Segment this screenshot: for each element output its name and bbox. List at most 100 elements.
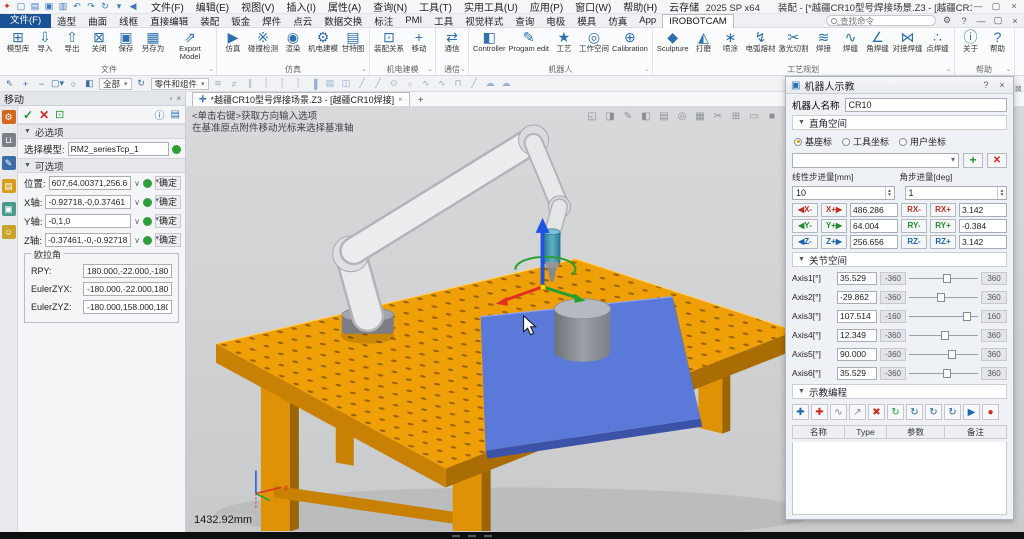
tab-close-icon[interactable]: × <box>398 95 403 104</box>
line-tool-icon[interactable]: ╱ <box>356 78 369 89</box>
slider-thumb[interactable] <box>948 350 956 359</box>
panel-restore-icon[interactable]: ▫ <box>169 94 172 103</box>
y-axis-input[interactable] <box>45 214 131 228</box>
tab-inquire[interactable]: 查询 <box>509 14 540 28</box>
slider-thumb[interactable] <box>941 331 949 340</box>
info-icon[interactable]: ⓘ <box>155 107 165 122</box>
tab-weldment[interactable]: 焊件 <box>256 14 287 28</box>
jog-x-plus-button[interactable]: X+▶ <box>821 203 847 217</box>
axis4-value-input[interactable] <box>837 329 877 342</box>
cloud2-tool-icon[interactable]: ☁ <box>500 78 513 89</box>
select-model-input[interactable] <box>68 142 169 156</box>
axis4-slider[interactable] <box>909 329 978 342</box>
delete-point-icon[interactable]: ✖ <box>868 404 885 420</box>
menu-view[interactable]: 视图(V) <box>236 0 279 14</box>
file-tab-button[interactable]: 文件(F) <box>0 14 51 28</box>
menu-help[interactable]: 帮助(H) <box>618 0 662 14</box>
precise-move-icon[interactable]: ✚ <box>811 404 828 420</box>
jog-z-minus-button[interactable]: ◀Z- <box>792 235 818 249</box>
add-coord-button[interactable]: + <box>963 153 983 168</box>
tab-shape[interactable]: 造型 <box>51 14 82 28</box>
segment-tool-icon[interactable]: ╱ <box>468 78 481 89</box>
slider-thumb[interactable] <box>943 274 951 283</box>
scope-dropdown[interactable]: 零件和组件▾ <box>151 78 209 90</box>
cancel-icon[interactable]: ✕ <box>39 108 49 122</box>
collapse-ribbon-icon[interactable]: ◀ <box>126 1 140 12</box>
rx-value-input[interactable] <box>959 203 1007 217</box>
spline-path-icon[interactable]: ∿ <box>830 404 847 420</box>
radio-base-coord[interactable]: 基座标 <box>794 135 832 148</box>
assembly-relation-button[interactable]: ⊡装配关系 <box>373 29 405 54</box>
controller-button[interactable]: ◧Controller <box>472 29 507 54</box>
command-press-icon[interactable]: ⊔ <box>2 133 16 147</box>
render-mode-icon[interactable]: ◨ <box>604 111 616 122</box>
menu-tools[interactable]: 工具(T) <box>414 0 457 14</box>
help-icon[interactable]: ? <box>958 16 970 26</box>
wireframe-view-icon[interactable]: ▤ <box>658 111 670 122</box>
tab-pmi[interactable]: PMI <box>399 15 428 26</box>
spot-weld-button[interactable]: ∴点焊缝 <box>925 29 951 54</box>
ok-icon[interactable]: ✓ <box>23 108 33 122</box>
group-expander-icon[interactable]: ⌄ <box>946 64 952 75</box>
menu-inquire[interactable]: 查询(N) <box>368 0 412 14</box>
gantt-chart-button[interactable]: ▤甘特图 <box>340 29 366 54</box>
command-move-icon[interactable]: ⚙ <box>2 110 16 124</box>
axis5-slider[interactable] <box>909 348 978 361</box>
group-expander-icon[interactable]: ⌄ <box>644 64 650 75</box>
cloud-tool-icon[interactable]: ☁ <box>484 78 497 89</box>
new-tab-button[interactable]: + <box>414 95 428 106</box>
eulerzyx-input[interactable] <box>83 282 172 296</box>
restore-doc-button[interactable]: ▢ <box>992 15 1004 26</box>
undo-icon[interactable]: ↶ <box>70 1 84 12</box>
layer-icon[interactable]: ▤ <box>324 78 337 89</box>
group-expander-icon[interactable]: ⌄ <box>208 64 214 75</box>
group-expander-icon[interactable]: ⌄ <box>460 64 466 75</box>
axis6-slider[interactable] <box>909 367 978 380</box>
jog-ry-plus-button[interactable]: RY+ <box>930 219 956 233</box>
optional-section-header[interactable]: ▼可选项 <box>18 158 185 173</box>
tab-simulation[interactable]: 仿真 <box>602 14 633 28</box>
program-edit-button[interactable]: ✎Progam edit <box>508 29 550 54</box>
apply-icon[interactable]: ⊡ <box>55 108 64 121</box>
ry-value-input[interactable] <box>959 219 1007 233</box>
tab-data-exchange[interactable]: 数据交换 <box>318 14 368 28</box>
expand-icon[interactable]: ∨ <box>134 236 140 245</box>
dock-close-icon[interactable]: ⊠ <box>1015 84 1022 93</box>
slider-thumb[interactable] <box>943 369 951 378</box>
qat-dropdown-icon[interactable]: ▾ <box>112 1 126 12</box>
jog-move-icon[interactable]: ✚ <box>792 404 809 420</box>
radio-tool-coord[interactable]: 工具坐标 <box>842 135 889 148</box>
loop-reset-icon[interactable]: ↻ <box>944 404 961 420</box>
sculpture-button[interactable]: ◆Sculpture <box>656 29 690 54</box>
save-ribbon-button[interactable]: ▣保存 <box>113 29 139 54</box>
close-button[interactable]: × <box>1008 1 1020 12</box>
position-input[interactable] <box>49 176 131 190</box>
delete-coord-button[interactable]: ✕ <box>987 153 1007 168</box>
spray-button[interactable]: ∗喷涂 <box>718 29 744 54</box>
spline-tool-icon[interactable]: ∿ <box>420 78 433 89</box>
tab-annotation[interactable]: 标注 <box>368 14 399 28</box>
tab-visual-style[interactable]: 视觉样式 <box>459 14 509 28</box>
axis1-slider[interactable] <box>909 272 978 285</box>
export-button[interactable]: ⇧导出 <box>59 29 85 54</box>
save-all-icon[interactable]: ▥ <box>56 1 70 12</box>
communication-button[interactable]: ⇄通信 <box>439 29 465 54</box>
jog-y-minus-button[interactable]: ◀Y- <box>792 219 818 233</box>
shaded-view-icon[interactable]: ◧ <box>640 111 652 122</box>
fillet-weld-button[interactable]: ∠角焊缝 <box>865 29 891 54</box>
align-icon[interactable]: ≋ <box>212 78 225 89</box>
circle-center-tool-icon[interactable]: ⊙ <box>388 78 401 89</box>
loop-run-all-icon[interactable]: ↻ <box>925 404 942 420</box>
point-snap-icon[interactable]: ┆ <box>276 78 289 89</box>
menu-attribute[interactable]: 属性(A) <box>323 0 366 14</box>
linear-path-icon[interactable]: ↗ <box>849 404 866 420</box>
notes-icon[interactable]: ▤ <box>171 109 180 120</box>
process-button[interactable]: ★工艺 <box>551 29 577 54</box>
view-orientation-icon[interactable]: ◎ <box>676 111 688 122</box>
jog-rz-minus-button[interactable]: RZ- <box>901 235 927 249</box>
reload-filter-icon[interactable]: ↻ <box>135 78 148 89</box>
command-person-icon[interactable]: ☺ <box>2 225 16 239</box>
point-picker-icon[interactable] <box>143 198 152 207</box>
tab-app[interactable]: App <box>633 15 662 26</box>
step-run-icon[interactable]: ↻ <box>887 404 904 420</box>
